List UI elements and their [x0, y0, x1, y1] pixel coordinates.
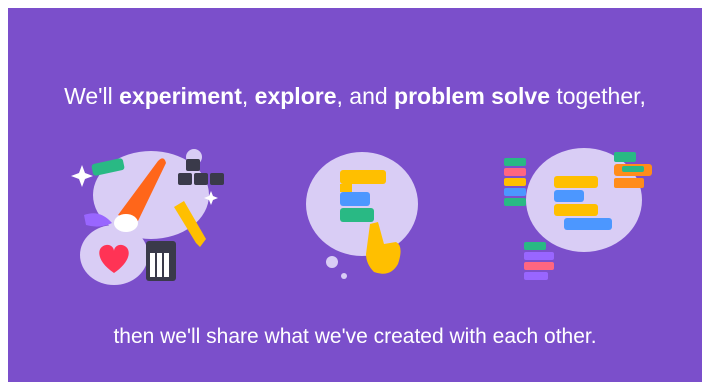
piano-icon [146, 241, 176, 281]
coding-blocks-illustration [300, 146, 420, 296]
headline-bold-problem-solve: problem solve [394, 83, 550, 109]
caption: then we'll share what we've created with… [113, 325, 597, 348]
slide: We'll experiment, explore, and problem s… [8, 8, 702, 382]
headline-bold-explore: explore [254, 83, 337, 109]
headline-text: , [241, 83, 255, 109]
headline-text: We'll [64, 83, 120, 109]
headline-text: together, [549, 83, 646, 109]
headline-bold-experiment: experiment [119, 83, 242, 109]
headline: We'll experiment, explore, and problem s… [8, 83, 702, 110]
creative-tools-illustration [66, 143, 236, 293]
shared-blocks-illustration [504, 148, 672, 288]
headline-text: , and [336, 83, 395, 109]
